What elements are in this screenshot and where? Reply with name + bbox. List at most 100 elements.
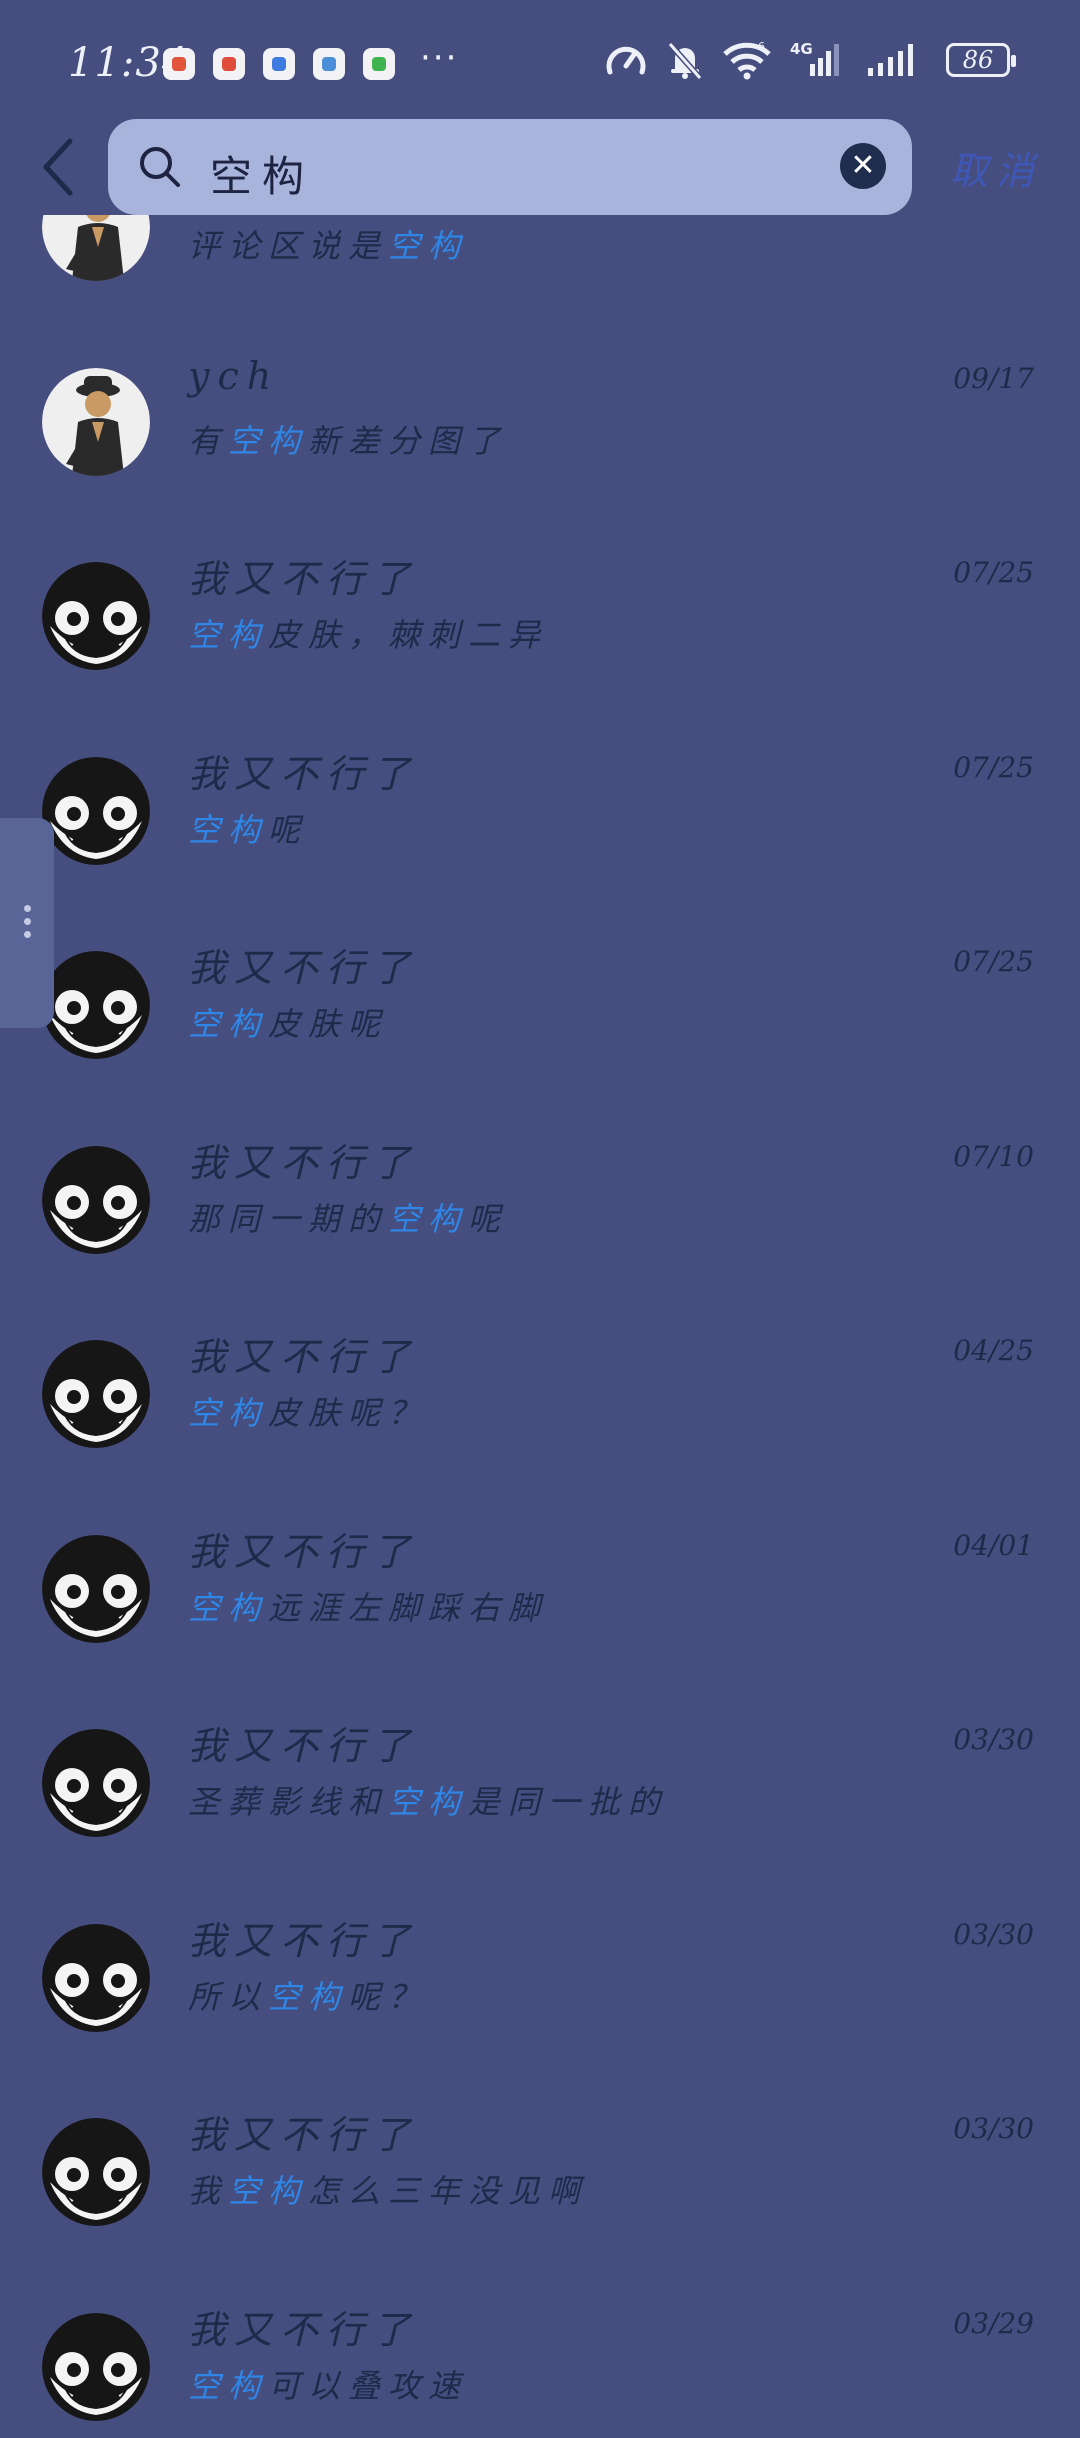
search-result-item[interactable]: 评论区说是空构 [0,215,1080,323]
message-date: 07/25 [953,556,1034,589]
app-icon-green [363,48,395,80]
sender-name: ych [188,353,280,398]
snippet-text: 皮肤呢？ [268,1394,429,1432]
message-snippet: 空构皮肤，棘刺二异 [188,610,548,656]
message-snippet: 空构远涯左脚踩右脚 [188,1583,548,1629]
side-panel-handle[interactable] [0,818,54,1028]
avatar [42,1923,150,2032]
message-snippet: 我空构怎么三年没见啊 [188,2166,588,2212]
avatar [42,2312,150,2421]
message-date: 07/25 [953,750,1034,784]
svg-text:6: 6 [758,40,765,53]
signal-strength-icon [868,44,913,76]
search-icon [140,147,180,187]
search-result-item[interactable]: 我又不行了 04/01 空构远涯左脚踩右脚 [0,1529,1080,1685]
snippet-text: 皮肤呢 [268,1005,389,1043]
wifi-icon: 6 [723,40,771,80]
snippet-text: 评论区说是 [188,227,389,265]
sender-name: 我又不行了 [188,557,419,601]
app-icon-glyph [372,57,386,71]
search-result-item[interactable]: ych 09/17 有空构新差分图了 [0,354,1080,518]
sender-name: 我又不行了 [188,1529,419,1574]
app-icon-blue [263,48,295,80]
app-icon-blue-2 [313,48,345,80]
app-icon-glyph [222,57,236,71]
search-result-item[interactable]: 我又不行了 07/10 那同一期的空构呢 [0,1140,1080,1296]
avatar [42,562,150,670]
search-result-item[interactable]: 我又不行了 04/25 空构皮肤呢？ [0,1334,1080,1490]
search-input[interactable]: 空构 ✕ [108,119,912,215]
system-indicators: 6 4G 86 [604,40,1016,80]
snippet-text: 新差分图了 [308,421,509,460]
cellular-4g-icon: 4G [790,40,839,76]
message-snippet: 所以空构呢？ [188,1972,428,2018]
avatar [42,215,150,281]
snippet-text: 呢 [268,810,309,849]
highlighted-keyword: 空构 [228,421,309,460]
avatar [42,1145,150,1254]
avatar [42,367,150,476]
snippet-text: 是同一批的 [468,1783,669,1821]
handle-dot [24,931,31,938]
snippet-text: 圣葬影线和 [188,1783,389,1821]
message-date: 04/01 [953,1528,1034,1562]
cancel-button[interactable]: 取消 [950,140,1042,195]
avatar [42,1729,150,1837]
sender-name: 我又不行了 [188,751,419,796]
snippet-text: 那同一期的 [188,1199,389,1238]
back-arrow-icon[interactable] [36,135,80,199]
search-result-item[interactable]: 我又不行了 07/25 空构皮肤，棘刺二异 [0,556,1080,712]
search-result-item[interactable]: 我又不行了 03/30 我空构怎么三年没见啊 [0,2112,1080,2268]
highlighted-keyword: 空构 [188,2366,269,2405]
message-snippet: 那同一期的空构呢 [188,1194,508,1240]
message-date: 07/25 [953,945,1034,978]
highlighted-keyword: 空构 [188,1005,269,1043]
sender-name: 我又不行了 [188,1918,419,1963]
avatar [42,1534,150,1643]
snippet-text: 怎么三年没见啊 [308,2172,589,2210]
snippet-text: 远涯左脚踩右脚 [268,1588,549,1627]
message-snippet: 空构皮肤呢 [188,999,388,1045]
avatar [42,1340,150,1448]
highlighted-keyword: 空构 [188,616,269,654]
sender-name: 我又不行了 [188,1335,419,1379]
snippet-text: 呢？ [348,1977,429,2016]
more-notifications-icon: ··· [420,38,459,78]
highlighted-keyword: 空构 [388,1199,469,1238]
message-date: 03/29 [953,2306,1034,2340]
search-result-item[interactable]: 我又不行了 07/25 空构呢 [0,751,1080,907]
message-snippet: 评论区说是空构 [188,221,468,267]
highlighted-keyword: 空构 [188,1588,269,1627]
search-result-item[interactable]: 我又不行了 03/30 圣葬影线和空构是同一批的 [0,1723,1080,1879]
sender-name: 我又不行了 [188,1724,419,1768]
search-result-item[interactable]: 我又不行了 07/25 空构皮肤呢 [0,945,1080,1101]
snippet-text: 所以 [188,1977,269,2016]
message-snippet: 空构皮肤呢？ [188,1388,428,1434]
message-date: 07/10 [953,1139,1034,1173]
highlighted-keyword: 空构 [228,2172,309,2210]
message-snippet: 空构可以叠攻速 [188,2361,468,2407]
message-snippet: 空构呢 [188,805,308,851]
clear-search-icon[interactable]: ✕ [840,143,886,189]
app-icon-red [163,48,195,80]
search-result-item[interactable]: 我又不行了 03/30 所以空构呢？ [0,1918,1080,2074]
avatar [42,756,150,865]
search-result-item[interactable]: 我又不行了 03/29 空构可以叠攻速 [0,2307,1080,2438]
highlighted-keyword: 空构 [268,1977,349,2016]
message-date: 04/25 [953,1334,1034,1367]
snippet-text: 皮肤，棘刺二异 [268,616,549,654]
message-date: 09/17 [953,361,1034,395]
search-results-list: 评论区说是空构 ych 09/17 有空构新差分图了 我又不行了 07/25 空构皮肤，棘刺… [0,215,1080,2438]
snippet-text: 可以叠攻速 [268,2366,469,2405]
sender-name: 我又不行了 [188,1140,419,1185]
app-icon-glyph [172,57,186,71]
message-date: 03/30 [953,2112,1034,2145]
highlighted-keyword: 空构 [388,1783,469,1821]
sender-name: 我又不行了 [188,2113,419,2157]
handle-dot [24,905,31,912]
search-query-text[interactable]: 空构 [210,143,314,204]
highlighted-keyword: 空构 [188,810,269,849]
sender-name: 我又不行了 [188,946,419,990]
sender-name: 我又不行了 [188,2307,419,2352]
message-snippet: 圣葬影线和空构是同一批的 [188,1777,668,1823]
